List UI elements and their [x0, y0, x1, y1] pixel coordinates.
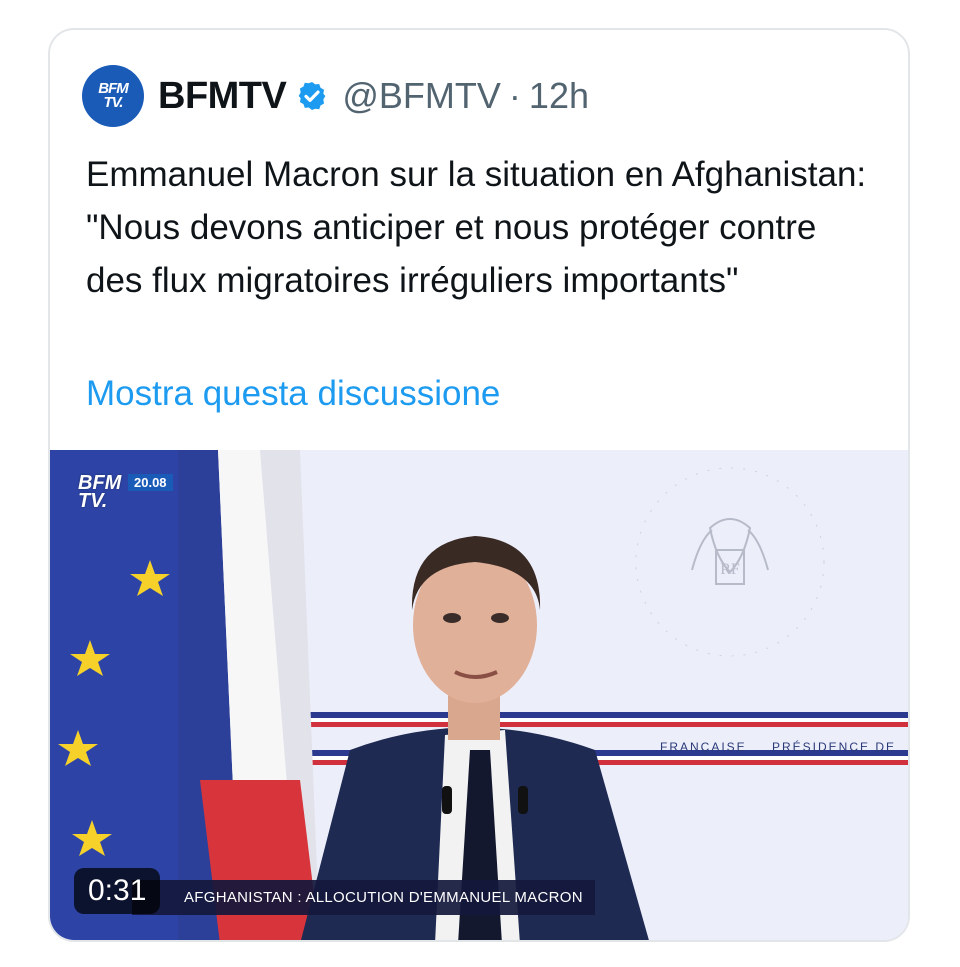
video-duration-badge: 0:31	[74, 868, 161, 914]
tweet-text: Emmanuel Macron sur la situation en Afgh…	[86, 155, 867, 300]
channel-logo-line2: TV.	[78, 490, 108, 512]
author-display-name[interactable]: BFMTV	[158, 75, 287, 118]
svg-text:RF: RF	[720, 561, 740, 578]
video-frame: RF	[50, 450, 908, 940]
channel-logo: BFM TV.	[78, 473, 121, 512]
lower-third-caption: AFGHANISTAN : ALLOCUTION D'EMMANUEL MACR…	[132, 880, 595, 915]
backdrop-text-left: FRANÇAISE	[660, 740, 747, 754]
avatar-text-line2: TV.	[103, 94, 124, 111]
separator-dot: ·	[508, 75, 521, 116]
verified-badge-icon	[299, 82, 326, 110]
show-thread-link[interactable]: Mostra questa discussione	[86, 374, 500, 414]
avatar[interactable]: BFM TV.	[82, 65, 144, 127]
tweet-timestamp[interactable]: 12h	[529, 75, 589, 117]
channel-clock: 20.08	[128, 474, 173, 491]
tweet-header: BFM TV. BFMTV @BFMTV · 12h	[82, 64, 589, 128]
video-player[interactable]: RF FRANÇAISE PRÉSIDENCE DE BFM TV. 20.08…	[50, 450, 908, 940]
tweet-card[interactable]: BFM TV. BFMTV @BFMTV · 12h Emmanuel Macr…	[48, 28, 910, 942]
backdrop-text-right: PRÉSIDENCE DE	[772, 740, 897, 754]
author-handle[interactable]: @BFMTV	[342, 75, 501, 117]
